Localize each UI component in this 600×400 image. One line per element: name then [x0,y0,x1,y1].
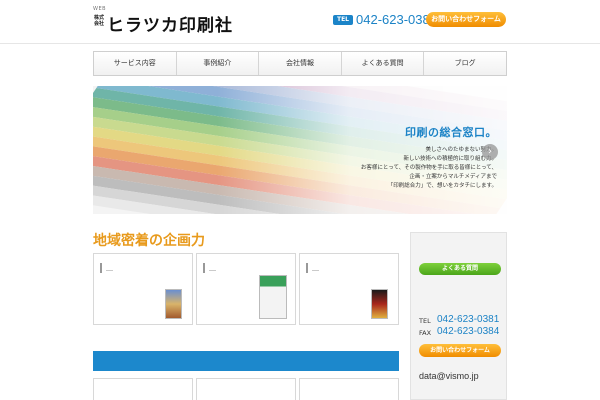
hero-line-1: 美しさへのたゆまない努力。 [425,147,497,153]
logo-prefix: 株式会社 [93,15,104,27]
nav-item-company[interactable]: 会社情報 [259,52,342,75]
sidebar-fax-label: FAX [419,329,432,337]
card-bar [100,263,102,273]
header-contact-button[interactable]: お問い合わせフォーム [426,12,506,27]
sidebar-fax-number: 042-623-0384 [437,326,500,337]
card-label: ＿ [312,264,319,272]
sidebar-tel-label: TEL [419,317,431,325]
sidebar-faq-button[interactable]: よくある質問 [419,263,501,275]
hero-banner: 印刷の総合窓口。 美しさへのたゆまない努力。 新しい技術への積極的に取り組む力。… [93,86,507,214]
sidebar-contact-button[interactable]: お問い合わせフォーム [419,344,501,357]
hero-line-4: 企画・立案からマルチメディアまで [409,174,497,180]
site-logo[interactable]: ヒラツカ印刷社 [107,11,233,36]
card-bottom-1[interactable] [93,378,193,400]
card-bar [306,263,308,273]
sidebar: よくある質問 TEL 042-623-0381 FAX 042-623-0384… [410,232,507,400]
hero-text: 美しさへのたゆまない努力。 新しい技術への積極的に取り組む力。 お客様にとって、… [361,146,497,191]
card-thumbnail [259,275,287,319]
nav-item-faq[interactable]: よくある質問 [342,52,425,75]
card-label: ＿ [209,264,216,272]
hero-line-3: お客様にとって、その製作物を手に取る皆様にとって、 [360,165,497,171]
sidebar-email[interactable]: data@vismo.jp [419,371,479,381]
nav-item-case-studies[interactable]: 事例紹介 [177,52,260,75]
hero-line-5: 「印刷総合力」で、想いをカタチにします。 [387,183,497,189]
nav-item-blog[interactable]: ブログ [424,52,506,75]
header-tel-number[interactable]: 042-623-0381 [356,12,437,27]
case-card-2[interactable]: ＿ [196,253,296,325]
hero-title: 印刷の総合窓口。 [405,126,497,139]
card-bar [203,263,205,273]
nav-item-services[interactable]: サービス内容 [94,52,177,75]
tel-badge: TEL [333,15,353,25]
hero-next-arrow-icon[interactable]: › [482,144,498,160]
card-thumbnail [165,289,182,319]
section-title: 地域密着の企画力 [93,233,205,249]
card-label: ＿ [106,264,113,272]
main-nav: サービス内容 事例紹介 会社情報 よくある質問 ブログ [93,51,507,76]
card-bottom-3[interactable] [299,378,399,400]
card-bottom-2[interactable] [196,378,296,400]
hero-line-2: 新しい技術への積極的に取り組む力。 [403,156,497,162]
sidebar-tel-number[interactable]: 042-623-0381 [437,314,499,325]
card-thumbnail [371,289,388,319]
case-card-1[interactable]: ＿ [93,253,193,325]
site-header: WEB 株式会社 ヒラツカ印刷社 TEL 042-623-0381 お問い合わせ… [0,0,600,44]
logo-small-label: WEB [93,6,107,12]
section-band [93,351,399,371]
case-card-3[interactable]: ＿ [299,253,399,325]
